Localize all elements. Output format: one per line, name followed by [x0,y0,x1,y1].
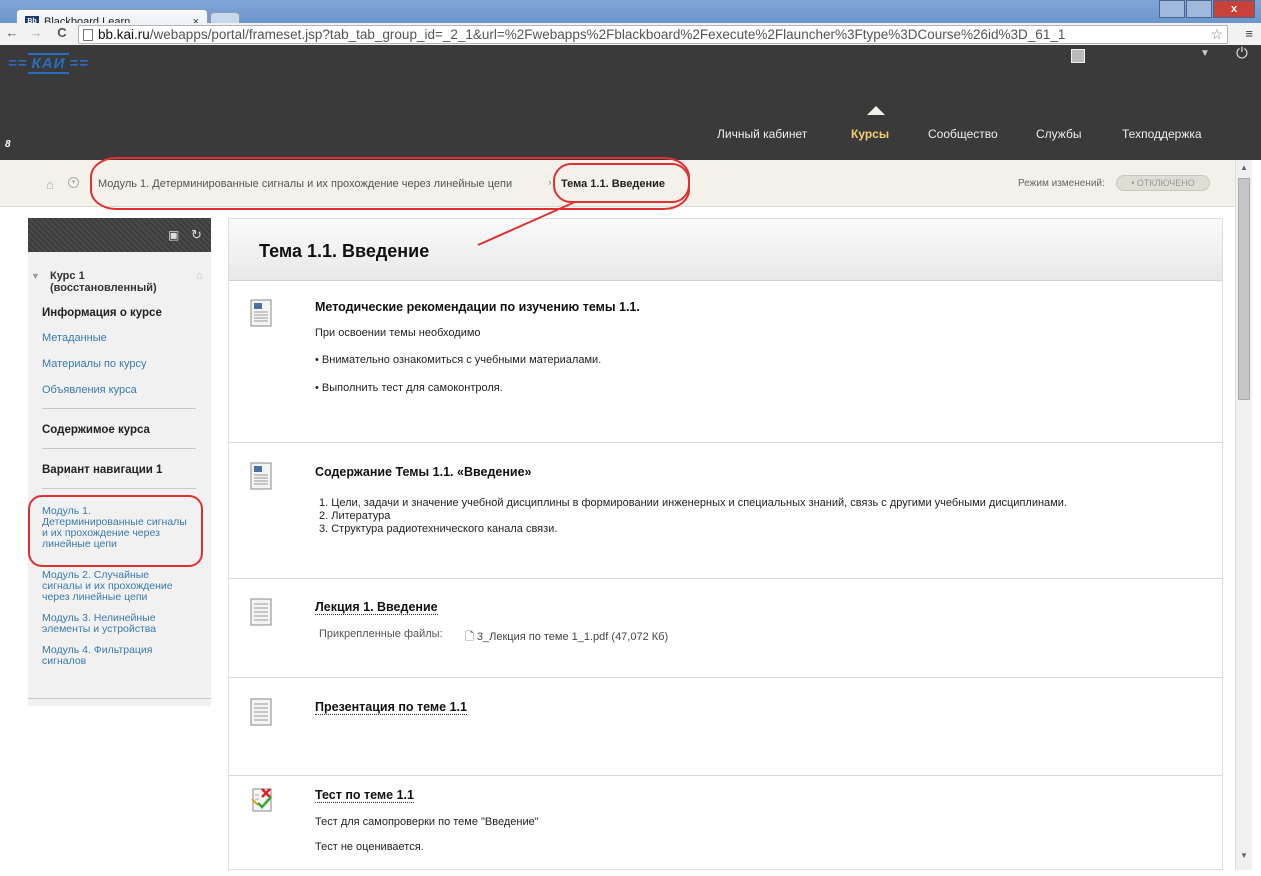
breadcrumb-menu-icon[interactable]: ▾ [68,177,79,188]
file-icon [250,598,272,626]
presentation-link[interactable]: Презентация по теме 1.1 [315,700,467,715]
item-heading: Методические рекомендации по изучению те… [315,300,640,314]
item-heading: Содержание Темы 1.1. «Введение» [315,465,532,479]
tab-personal-cabinet[interactable]: Личный кабинет [717,127,807,141]
sidebar-item-module-2[interactable]: Модуль 2. Случайные сигналы и их прохожд… [42,570,192,603]
sidebar-item-contents[interactable]: Содержимое курса [42,424,202,436]
active-tab-caret [867,106,885,115]
page-scrollbar[interactable]: ▲ ▼ [1235,160,1252,870]
main-tabs: Личный кабинет Курсы Сообщество Службы Т… [0,127,1261,151]
logout-power-icon[interactable]: ⏻ [1236,45,1248,62]
tab-courses[interactable]: Курсы [851,127,889,141]
sidebar-divider [42,408,196,409]
url-path: /webapps/portal/frameset.jsp?tab_tab_gro… [149,27,1066,42]
item-text: • Выполнить тест для самоконтроля. [315,382,503,394]
home-icon[interactable]: ⌂ [46,177,54,192]
browser-menu-icon[interactable]: ≡ [1245,26,1253,41]
forward-button[interactable]: → [26,25,46,40]
lecture-link[interactable]: Лекция 1. Введение [315,600,438,615]
course-sidebar: ▣ ↻ ▼ Курс 1 (восстановленный) ⌂ Информац… [28,218,211,706]
attachments-label: Прикрепленные файлы: [319,628,443,640]
content-title-bar: Тема 1.1. Введение [229,219,1222,281]
annotation-oval-module [28,495,203,567]
item-text: Тест не оценивается. [315,841,424,853]
minimize-button[interactable] [1159,0,1185,18]
sidebar-divider [28,698,211,699]
list-item: 2. Литература [319,510,391,522]
page-icon [83,28,93,41]
back-button[interactable]: ← [2,25,22,40]
test-link[interactable]: Тест по теме 1.1 [315,788,414,803]
course-title[interactable]: ▼ Курс 1 (восстановленный) [31,270,186,294]
page-title: Тема 1.1. Введение [259,241,430,261]
file-icon [250,698,272,726]
content-item-guidelines: Методические рекомендации по изучению те… [229,281,1222,443]
list-item: 1. Цели, задачи и значение учебной дисци… [319,497,1067,509]
refresh-icon[interactable]: ↻ [191,227,202,243]
edit-mode-label: Режим изменений: [1018,178,1105,189]
sidebar-item-metadata[interactable]: Метаданные [42,332,202,344]
bookmark-star-icon[interactable]: ☆ [1210,26,1223,43]
course-home-icon[interactable]: ⌂ [196,270,203,282]
scroll-thumb[interactable] [1238,178,1250,400]
annotation-oval-current [553,163,690,203]
edit-mode-toggle[interactable]: • ОТКЛЮЧЕНО [1116,175,1210,191]
sidebar-item-navigation-variant[interactable]: Вариант навигации 1 [42,464,202,476]
sidebar-item-info[interactable]: Информация о курсе [42,307,202,319]
content-item-contents: Содержание Темы 1.1. «Введение» 1. Цели,… [229,443,1222,579]
url-domain: bb.kai.ru [98,27,150,42]
list-item: 3. Структура радиотехнического канала св… [319,523,558,535]
tab-services[interactable]: Службы [1036,127,1081,141]
item-text: • Внимательно ознакомиться с учебными ма… [315,354,602,366]
item-text: При освоении темы необходимо [315,327,481,339]
site-header: == КАИ == ▼ ⏻ 8 Личный кабинет Курсы Сообщ… [0,45,1261,160]
attachment-file-link[interactable]: 🗋 3_Лекция по теме 1_1.pdf (47,072 Кб) [465,628,668,647]
sidebar-item-module-4[interactable]: Модуль 4. Фильтрация сигналов [42,645,192,667]
reload-button[interactable]: C [52,25,72,40]
window-controls: x [1158,0,1255,18]
sidebar-divider [42,448,196,449]
user-menu-chevron-icon[interactable]: ▼ [1200,48,1210,59]
content-item-lecture: Лекция 1. Введение Прикрепленные файлы: … [229,579,1222,678]
content-area: Тема 1.1. Введение Методические рекоменд… [228,218,1223,870]
test-icon [250,785,276,813]
content-item-test: Тест по теме 1.1 Тест для самопроверки п… [229,776,1222,876]
document-icon [250,462,272,490]
content-item-presentation: Презентация по теме 1.1 [229,678,1222,776]
user-avatar-icon[interactable] [1071,49,1085,63]
collapse-arrow-icon[interactable]: ▼ [31,270,40,282]
sidebar-item-announcements[interactable]: Объявления курса [42,384,202,396]
scroll-down-icon[interactable]: ▼ [1240,851,1248,860]
attachment-icon: 🗋 [465,631,477,643]
sidebar-toolbar: ▣ ↻ [28,218,211,252]
folder-view-icon[interactable]: ▣ [168,228,179,242]
kai-logo[interactable]: == КАИ == [8,53,89,74]
scroll-up-icon[interactable]: ▲ [1240,163,1248,172]
sidebar-item-module-3[interactable]: Модуль 3. Нелинейные элементы и устройст… [42,613,192,635]
sidebar-item-materials[interactable]: Материалы по курсу [42,358,202,370]
address-bar[interactable]: bb.kai.ru/webapps/portal/frameset.jsp?ta… [78,25,1228,44]
sidebar-divider [42,488,196,489]
tab-support[interactable]: Техподдержка [1122,127,1202,141]
window-close-button[interactable]: x [1213,0,1255,18]
tab-community[interactable]: Сообщество [928,127,998,141]
maximize-button[interactable] [1186,0,1212,18]
item-text: Тест для самопроверки по теме "Введение" [315,816,539,828]
document-icon [250,299,272,327]
